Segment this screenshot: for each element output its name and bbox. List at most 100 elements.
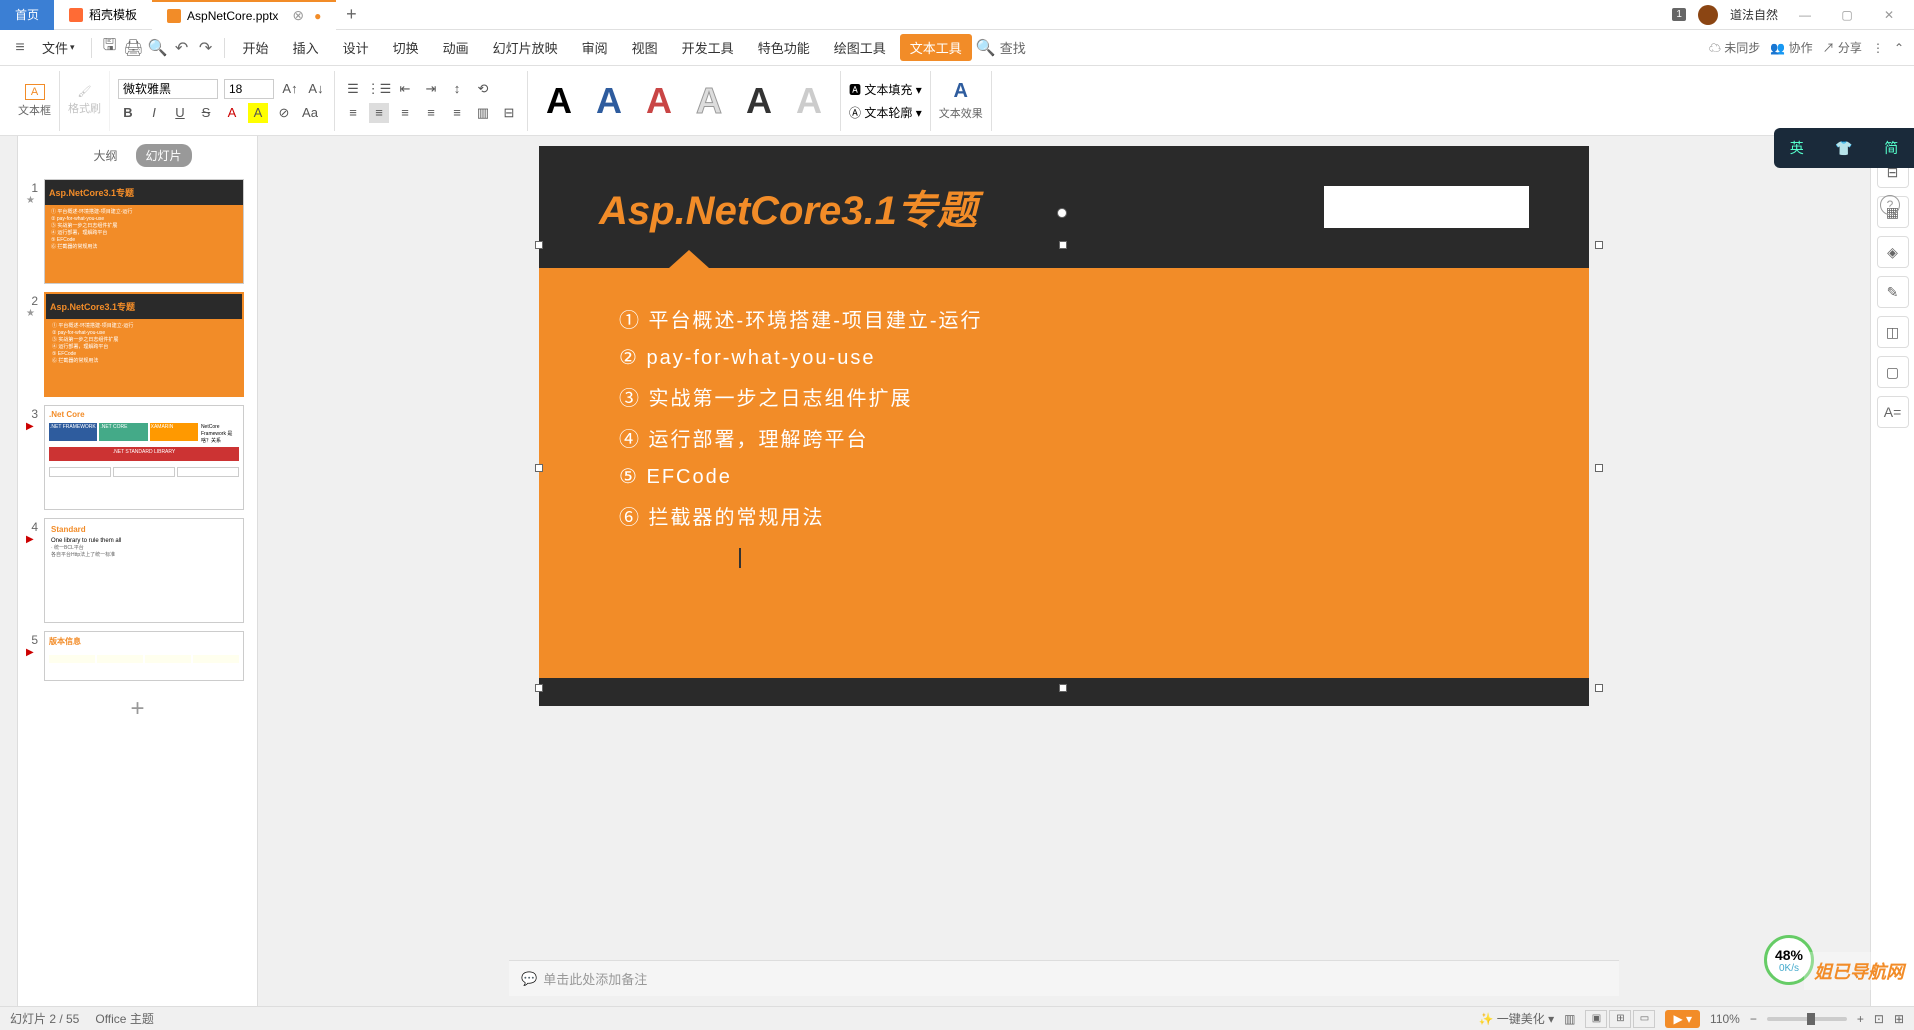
thumb-2[interactable]: 2★ Asp.NetCore3.1专题 ① 平台概述-环境搭建-项目建立-运行②…	[18, 288, 257, 401]
slide-body-textbox[interactable]: ① 平台概述-环境搭建-项目建立-运行 ② pay-for-what-you-u…	[539, 268, 1589, 678]
close-icon[interactable]: ✕	[1874, 8, 1904, 22]
sel-handle[interactable]	[535, 684, 543, 692]
font-color-icon[interactable]: A	[222, 103, 242, 123]
sr-frame-icon[interactable]: ▢	[1877, 356, 1909, 388]
wordart-5[interactable]: A	[736, 80, 782, 122]
slide-item-3[interactable]: ③ 实战第一步之日志组件扩展	[619, 376, 1509, 417]
slides-tab[interactable]: 幻灯片	[136, 144, 192, 167]
tab-file[interactable]: AspNetCore.pptx⊗●	[152, 0, 336, 30]
hamburger-icon[interactable]: ≡	[10, 38, 30, 58]
menu-view[interactable]: 视图	[622, 34, 668, 61]
zoom-out-icon[interactable]: −	[1750, 1012, 1757, 1026]
thumb-4[interactable]: 4▶ Standard One library to rule them all…	[18, 514, 257, 627]
menu-insert[interactable]: 插入	[283, 34, 329, 61]
menu-design[interactable]: 设计	[333, 34, 379, 61]
redo-icon[interactable]: ↷	[196, 38, 216, 58]
text-direction-icon[interactable]: ⟲	[473, 79, 493, 99]
file-menu[interactable]: 文件▾	[34, 38, 83, 57]
notes-area[interactable]: 💬单击此处添加备注	[509, 960, 1619, 996]
wordart-1[interactable]: A	[536, 80, 582, 122]
slide-title[interactable]: Asp.NetCore3.1专题	[599, 178, 977, 236]
align-justify-icon[interactable]: ≡	[421, 103, 441, 123]
text-fill-button[interactable]: 🅰 文本填充 ▾	[849, 81, 922, 98]
print-icon[interactable]: 🖨	[124, 38, 144, 58]
sel-handle[interactable]	[535, 241, 543, 249]
zoom-slider[interactable]	[1767, 1017, 1847, 1021]
menu-texttools[interactable]: 文本工具	[900, 34, 972, 61]
sel-handle[interactable]	[1059, 684, 1067, 692]
vertical-align-icon[interactable]: ⊟	[499, 103, 519, 123]
sel-handle[interactable]	[1595, 464, 1603, 472]
slide-item-1[interactable]: ① 平台概述-环境搭建-项目建立-运行	[619, 298, 1509, 339]
sel-rotate[interactable]	[1057, 208, 1067, 218]
view-reading-icon[interactable]: ▭	[1633, 1010, 1655, 1028]
numbering-icon[interactable]: ⋮☰	[369, 79, 389, 99]
menu-slideshow[interactable]: 幻灯片放映	[483, 34, 568, 61]
align-left-icon[interactable]: ≡	[343, 103, 363, 123]
canvas[interactable]: Asp.NetCore3.1专题 ① 平台概述-环境搭建-项目建立-运行 ② p…	[258, 136, 1870, 1006]
more-icon[interactable]: ⋮	[1872, 41, 1884, 55]
bullets-icon[interactable]: ☰	[343, 79, 363, 99]
thumb-1[interactable]: 1★ Asp.NetCore3.1专题 ① 平台概述-环境搭建-项目建立-运行②…	[18, 175, 257, 288]
menu-start[interactable]: 开始	[233, 34, 279, 61]
thumb-5[interactable]: 5▶ 版本信息	[18, 627, 257, 685]
play-button[interactable]: ▶ ▾	[1665, 1010, 1700, 1028]
highlight-icon[interactable]: A	[248, 103, 268, 123]
slide-item-2[interactable]: ② pay-for-what-you-use	[619, 339, 1509, 376]
collapse-icon[interactable]: ⌃	[1894, 41, 1904, 55]
wordart-2[interactable]: A	[586, 80, 632, 122]
notification-badge[interactable]: 1	[1672, 8, 1686, 21]
decrease-font-icon[interactable]: A↓	[306, 79, 326, 99]
text-effect-button[interactable]: A文本效果	[939, 80, 983, 121]
menu-transition[interactable]: 切换	[383, 34, 429, 61]
slide-item-5[interactable]: ⑤ EFCode	[619, 458, 1509, 495]
preview-icon[interactable]: 🔍	[148, 38, 168, 58]
text-outline-button[interactable]: Ⓐ 文本轮廓 ▾	[849, 104, 922, 121]
sel-handle[interactable]	[1595, 684, 1603, 692]
font-size-select[interactable]	[224, 79, 274, 99]
clear-format-icon[interactable]: ⊘	[274, 103, 294, 123]
undo-icon[interactable]: ↶	[172, 38, 192, 58]
slide-logo[interactable]	[1324, 186, 1529, 228]
collab-button[interactable]: 👥 协作	[1770, 39, 1812, 56]
sidebar-collapse[interactable]	[0, 136, 18, 1006]
italic-icon[interactable]: I	[144, 103, 164, 123]
slide-item-6[interactable]: ⑥ 拦截器的常规用法	[619, 495, 1509, 536]
grid-icon[interactable]: ⊞	[1894, 1012, 1904, 1026]
wordart-3[interactable]: A	[636, 80, 682, 122]
menu-drawtools[interactable]: 绘图工具	[824, 34, 896, 61]
view-normal-icon[interactable]: ▣	[1585, 1010, 1607, 1028]
sr-pen-icon[interactable]: ✎	[1877, 276, 1909, 308]
fit-icon[interactable]: ⊡	[1874, 1012, 1884, 1026]
avatar[interactable]	[1698, 5, 1718, 25]
sel-handle[interactable]	[1059, 241, 1067, 249]
view-sorter-icon[interactable]: ⊞	[1609, 1010, 1631, 1028]
align-right-icon[interactable]: ≡	[395, 103, 415, 123]
menu-devtools[interactable]: 开发工具	[672, 34, 744, 61]
sr-text-icon[interactable]: A=	[1877, 396, 1909, 428]
underline-icon[interactable]: U	[170, 103, 190, 123]
wordart-6[interactable]: A	[786, 80, 832, 122]
save-icon[interactable]: 🖫	[100, 38, 120, 58]
tab-templates[interactable]: 稻壳模板	[54, 0, 152, 30]
thumb-3[interactable]: 3▶ .Net Core .NET FRAMEWORK .NET CORE XA…	[18, 401, 257, 514]
textbox-button[interactable]: A文本框	[18, 84, 51, 118]
zoom-in-icon[interactable]: +	[1857, 1012, 1864, 1026]
tab-home[interactable]: 首页	[0, 0, 54, 30]
menu-animation[interactable]: 动画	[433, 34, 479, 61]
font-select[interactable]	[118, 79, 218, 99]
strike-icon[interactable]: S	[196, 103, 216, 123]
help-icon[interactable]: ?	[1880, 195, 1900, 215]
maximize-icon[interactable]: ▢	[1832, 8, 1862, 22]
minimize-icon[interactable]: —	[1790, 8, 1820, 22]
menu-review[interactable]: 审阅	[572, 34, 618, 61]
slide[interactable]: Asp.NetCore3.1专题 ① 平台概述-环境搭建-项目建立-运行 ② p…	[539, 146, 1589, 706]
sr-layers-icon[interactable]: ◈	[1877, 236, 1909, 268]
share-button[interactable]: ↗ 分享	[1823, 39, 1862, 56]
increase-font-icon[interactable]: A↑	[280, 79, 300, 99]
sel-handle[interactable]	[535, 464, 543, 472]
align-distribute-icon[interactable]: ≡	[447, 103, 467, 123]
slide-item-4[interactable]: ④ 运行部署，理解跨平台	[619, 417, 1509, 458]
case-icon[interactable]: Aa	[300, 103, 320, 123]
bold-icon[interactable]: B	[118, 103, 138, 123]
